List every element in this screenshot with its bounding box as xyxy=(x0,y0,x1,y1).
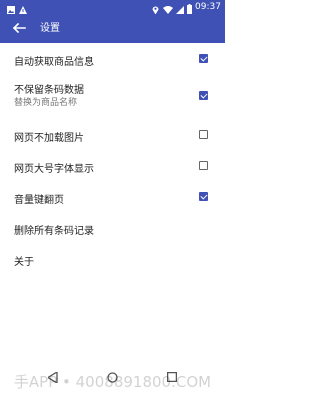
setting-label: 自动获取商品信息 xyxy=(14,57,94,68)
discard-barcode-checkbox[interactable] xyxy=(199,91,208,100)
auto-fetch-checkbox[interactable] xyxy=(199,54,208,63)
page-title: 设置 xyxy=(40,23,60,34)
watermark-text: 手APP • 4008891800.COM xyxy=(13,373,212,391)
setting-volume-key-page-turn[interactable]: 音量键翻页 xyxy=(0,181,225,212)
setting-label: 删除所有条码记录 xyxy=(14,226,94,237)
large-web-font-checkbox[interactable] xyxy=(199,161,208,170)
setting-subtitle: 替换为商品名称 xyxy=(14,98,78,108)
setting-about[interactable]: 关于 xyxy=(0,243,225,274)
setting-auto-fetch-product-info[interactable]: 自动获取商品信息 xyxy=(0,43,225,74)
setting-label: 网页不加载图片 xyxy=(14,133,84,144)
setting-no-web-images[interactable]: 网页不加载图片 xyxy=(0,119,225,150)
settings-list: 自动获取商品信息 不保留条码数据 替换为商品名称 网页不加载图片 网页大号字体显… xyxy=(0,43,225,274)
volume-key-checkbox[interactable] xyxy=(199,192,208,201)
setting-delete-all-barcodes[interactable]: 删除所有条码记录 xyxy=(0,212,225,243)
back-arrow-icon[interactable] xyxy=(9,18,29,38)
setting-large-web-font[interactable]: 网页大号字体显示 xyxy=(0,150,225,181)
status-bar: 09:37 xyxy=(0,0,225,15)
clock-text: 09:37 xyxy=(195,2,221,12)
app-bar: 设置 xyxy=(0,14,225,43)
setting-label: 不保留条码数据 xyxy=(14,85,84,96)
setting-label: 关于 xyxy=(14,257,34,268)
setting-discard-barcode-data[interactable]: 不保留条码数据 替换为商品名称 xyxy=(0,74,225,119)
no-web-images-checkbox[interactable] xyxy=(199,130,208,139)
setting-label: 网页大号字体显示 xyxy=(14,164,94,175)
setting-label: 音量键翻页 xyxy=(14,195,64,206)
